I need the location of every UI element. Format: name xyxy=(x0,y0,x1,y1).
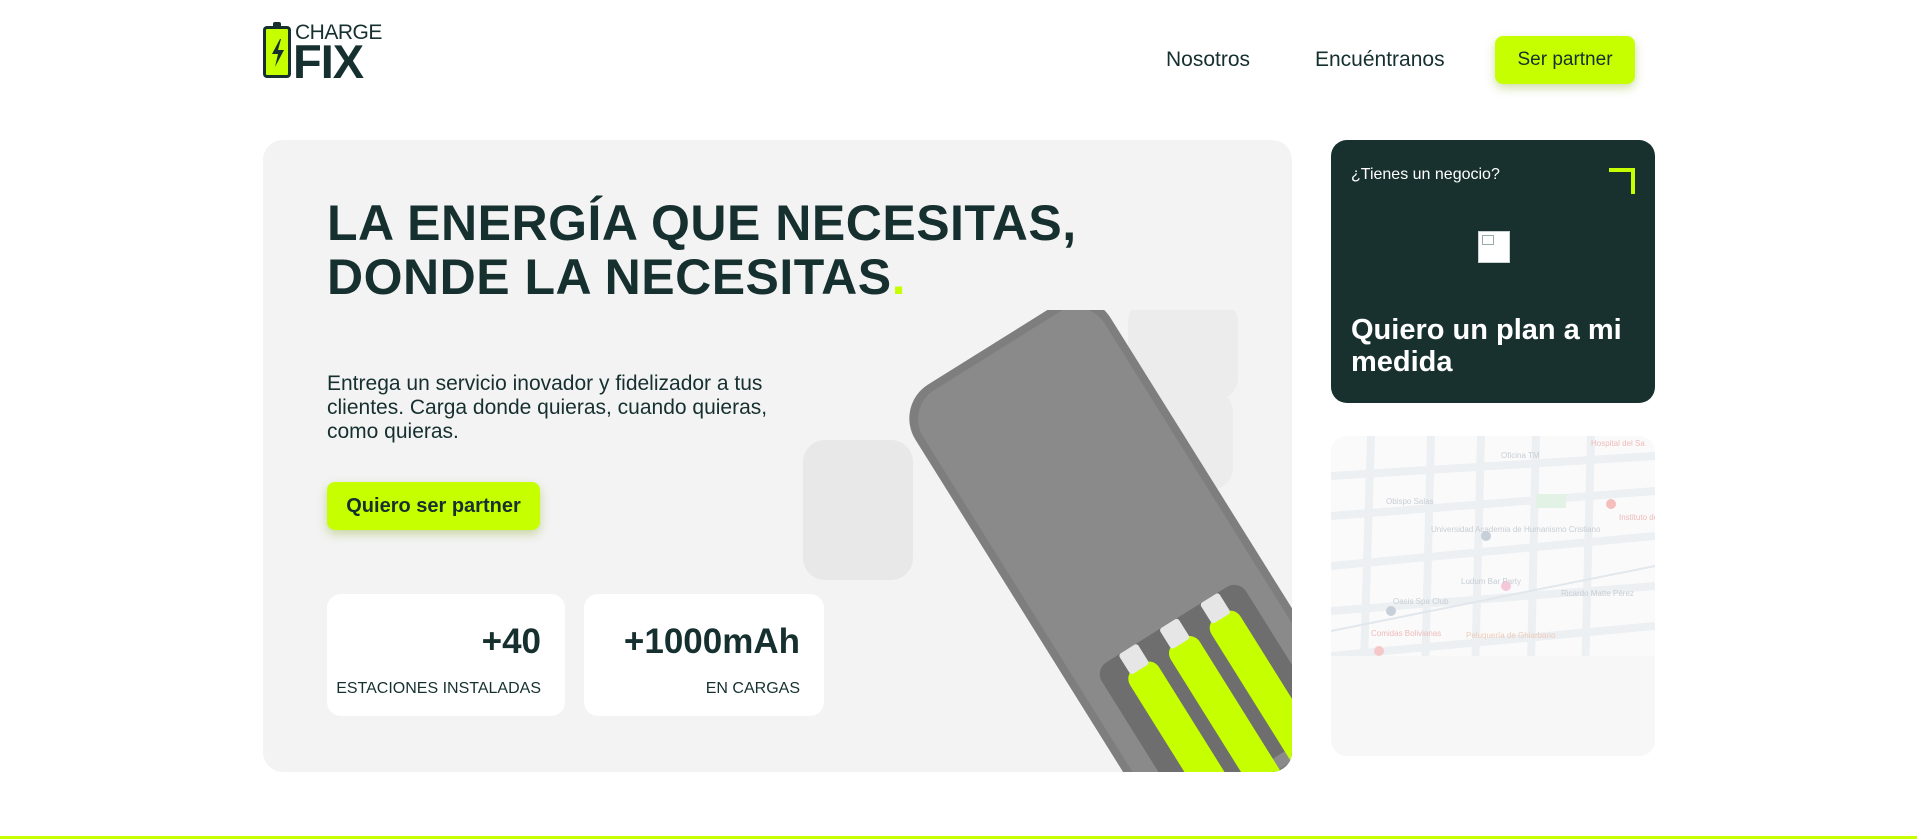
hero-description: Entrega un servicio inovador y fidelizad… xyxy=(327,372,768,443)
power-bank-image xyxy=(803,310,1292,772)
location-map[interactable]: Hospital del Sa Oficina TM Obispo Salas … xyxy=(1331,436,1655,756)
broken-image-icon xyxy=(1478,231,1510,263)
stat-card-stations: +40 ESTACIONES INSTALADAS xyxy=(327,594,565,716)
nav-encuentranos[interactable]: Encuéntranos xyxy=(1315,48,1445,72)
map-graphic: Hospital del Sa Oficina TM Obispo Salas … xyxy=(1331,436,1655,756)
stat-value: +40 xyxy=(481,622,541,661)
stat-label: ESTACIONES INSTALADAS xyxy=(336,680,541,697)
business-question: ¿Tienes un negocio? xyxy=(1351,166,1500,183)
hero-title-dot: . xyxy=(891,249,906,305)
nav-nosotros[interactable]: Nosotros xyxy=(1166,48,1250,72)
quiero-ser-partner-button[interactable]: Quiero ser partner xyxy=(327,482,540,530)
battery-bolt-icon xyxy=(263,22,291,78)
corner-arrow-icon xyxy=(1609,168,1635,194)
logo-fix-text: FIX xyxy=(293,35,364,88)
hero-title-line1: LA ENERGÍA QUE NECESITAS, xyxy=(327,195,1077,251)
hero-title: LA ENERGÍA QUE NECESITAS, DONDE LA NECES… xyxy=(327,196,1077,304)
stat-card-capacity: +1000mAh EN CARGAS xyxy=(584,594,824,716)
stat-value: +1000mAh xyxy=(623,622,800,661)
chargefix-logo[interactable]: CHARGE FIX xyxy=(263,21,383,85)
hero-section: LA ENERGÍA QUE NECESITAS, DONDE LA NECES… xyxy=(263,140,1292,772)
ser-partner-button[interactable]: Ser partner xyxy=(1495,36,1635,84)
business-plan-card[interactable]: ¿Tienes un negocio? Quiero un plan a mi … xyxy=(1331,140,1655,403)
stat-label: EN CARGAS xyxy=(705,680,800,697)
plan-heading: Quiero un plan a mi medida xyxy=(1351,314,1622,378)
hero-title-line2: DONDE LA NECESITAS xyxy=(327,249,892,305)
